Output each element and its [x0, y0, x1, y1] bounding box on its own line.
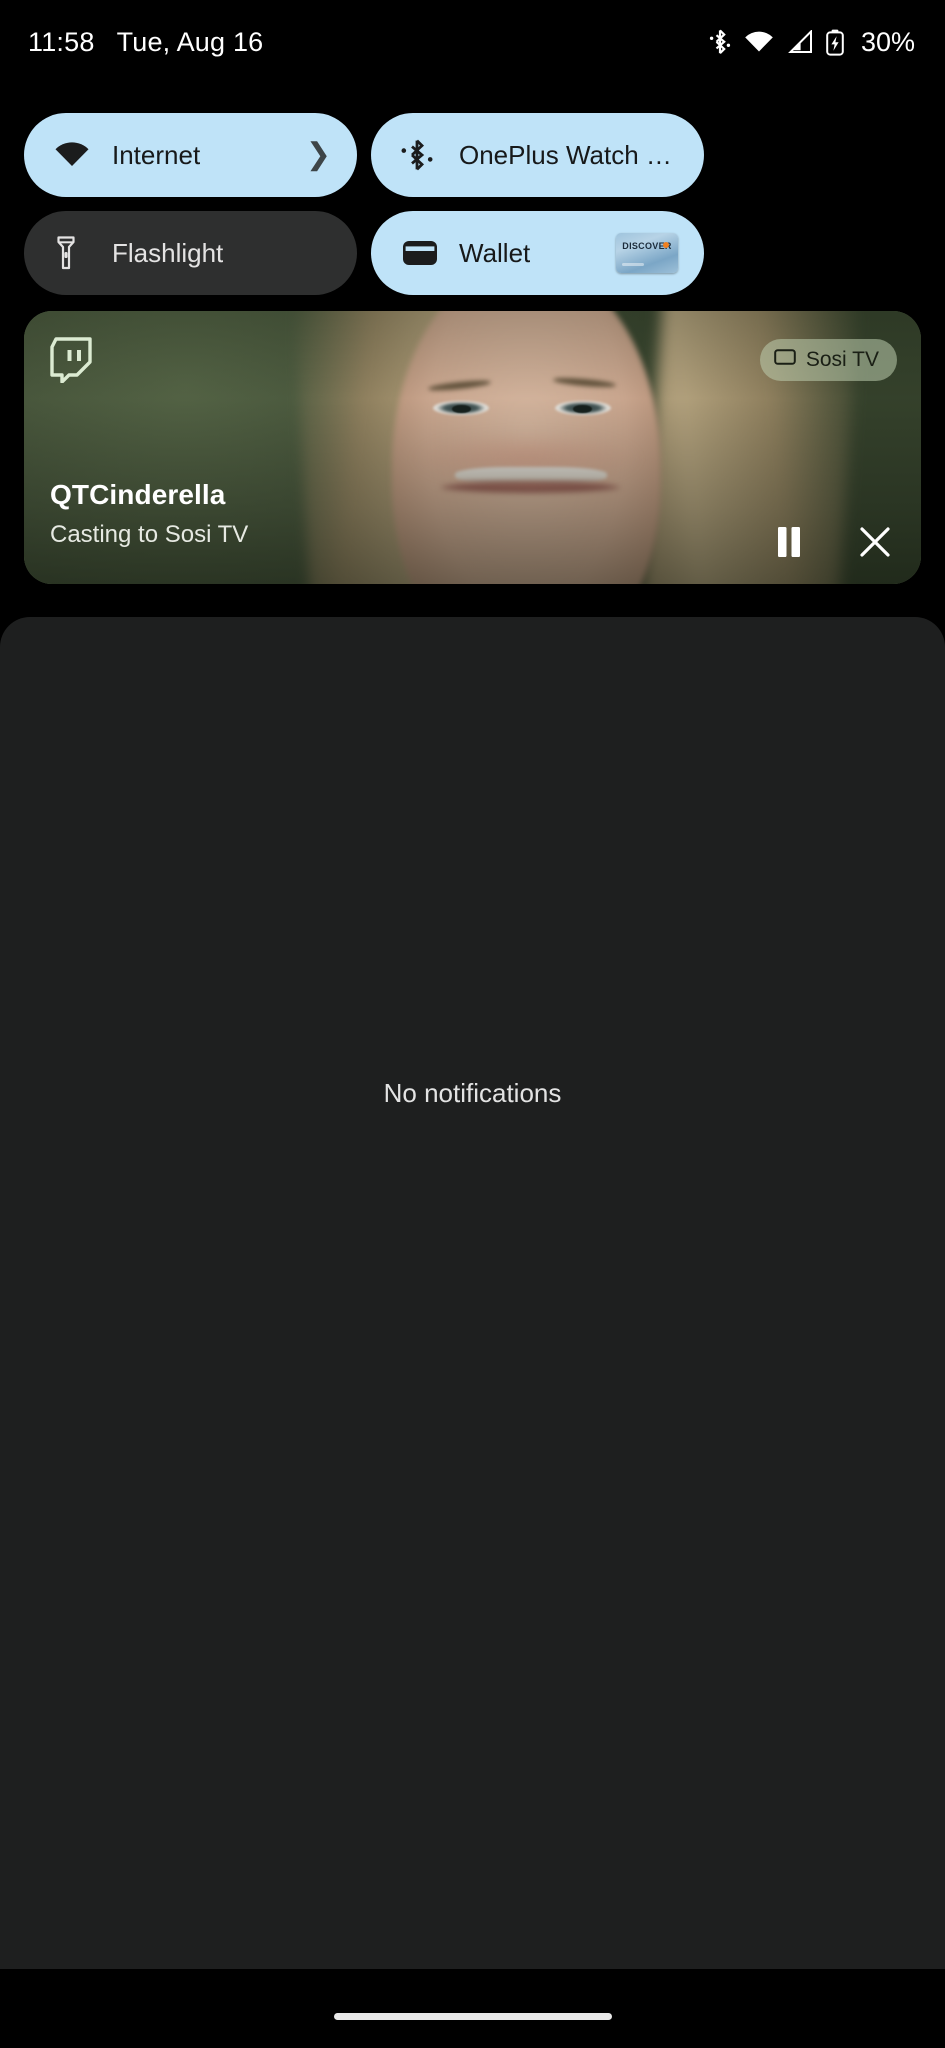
media-player-card[interactable]: Sosi TV QTCinderella Casting to Sosi TV [24, 311, 921, 584]
status-bar-left: 11:58 Tue, Aug 16 [28, 27, 263, 58]
status-bar-right: 30% [709, 27, 915, 58]
card-stripe [622, 263, 644, 266]
chevron-right-icon[interactable]: ❯ [306, 140, 331, 170]
media-subtitle: Casting to Sosi TV [50, 521, 249, 548]
battery-percent-label: 30% [860, 26, 915, 57]
flashlight-icon [54, 235, 92, 271]
cast-device-label: Sosi TV [805, 348, 879, 371]
media-controls [765, 518, 899, 566]
bluetooth-icon [709, 28, 731, 56]
status-bar: 11:58 Tue, Aug 16 30% [0, 0, 945, 84]
status-time: 11:58 [28, 26, 95, 57]
tile-bluetooth-device-label: OnePlus Watch 0340 [459, 139, 678, 170]
wifi-icon [744, 30, 774, 54]
media-title: QTCinderella [50, 479, 226, 510]
home-indicator[interactable] [333, 2013, 612, 2020]
tile-flashlight-label: Flashlight [112, 237, 224, 268]
cast-screen-icon [774, 348, 796, 372]
close-icon[interactable] [851, 518, 899, 566]
battery-charging-icon [826, 29, 844, 56]
tile-internet[interactable]: Internet ❯ [24, 113, 357, 197]
tile-wallet[interactable]: Wallet DISCOVER [371, 211, 704, 295]
discover-card-thumbnail[interactable]: DISCOVER [616, 233, 678, 273]
wallet-icon [401, 238, 439, 268]
cast-device-chip[interactable]: Sosi TV [759, 339, 897, 381]
tile-internet-label: Internet [112, 139, 201, 170]
wifi-icon [54, 141, 92, 169]
status-date: Tue, Aug 16 [116, 26, 264, 57]
bluetooth-icon [401, 138, 439, 172]
tile-flashlight[interactable]: Flashlight [24, 211, 357, 295]
notification-shade [0, 617, 945, 1969]
no-notifications-label: No notifications [383, 1078, 562, 1108]
pause-icon[interactable] [765, 518, 813, 566]
tile-wallet-label: Wallet [459, 237, 531, 268]
twitch-icon [50, 337, 92, 388]
discover-logo-dot-icon [663, 242, 669, 248]
quick-settings-tiles: Internet ❯ OnePlus Watch 0340 Flashlight [24, 113, 921, 295]
cellular-signal-icon [787, 29, 813, 54]
tile-bluetooth-device[interactable]: OnePlus Watch 0340 [371, 113, 704, 197]
